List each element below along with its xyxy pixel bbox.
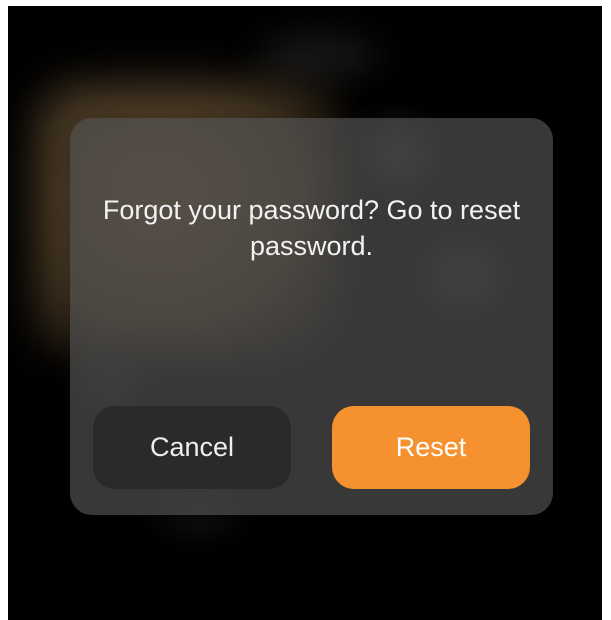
dialog-message: Forgot your password? Go to reset passwo… — [102, 195, 521, 261]
reset-button[interactable]: Reset — [332, 406, 530, 489]
screen: Forgot your password? Go to reset passwo… — [0, 0, 611, 620]
forgot-password-dialog: Forgot your password? Go to reset passwo… — [70, 118, 553, 515]
blurred-element — [258, 38, 378, 74]
cancel-button[interactable]: Cancel — [93, 406, 291, 489]
